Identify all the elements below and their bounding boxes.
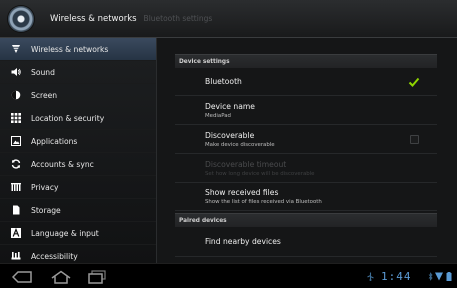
bluetooth-settings-panel: Device settings Bluetooth Device name Me…	[157, 38, 457, 263]
sidebar-item-screen[interactable]: Screen	[0, 84, 156, 107]
pref-summary: Show the list of files received via Blue…	[205, 199, 322, 205]
sidebar-item-wireless-networks[interactable]: Wireless & networks	[0, 38, 156, 61]
sidebar-item-language-input[interactable]: Language & input	[0, 222, 156, 245]
pref-title: Discoverable timeout	[205, 159, 287, 169]
sidebar-item-privacy[interactable]: Privacy	[0, 176, 156, 199]
home-icon[interactable]	[50, 270, 72, 284]
sidebar-item-label: Location & security	[31, 113, 105, 123]
pref-title: Bluetooth	[205, 77, 242, 86]
pref-summary: MediaPad	[205, 112, 231, 119]
sidebar-item-accessibility[interactable]: Accessibility	[0, 245, 156, 263]
speaker-icon	[11, 67, 21, 77]
back-icon[interactable]	[12, 270, 32, 284]
discoverable-checkbox[interactable]	[410, 134, 419, 144]
usb-icon[interactable]	[366, 272, 375, 281]
sidebar-item-label: Applications	[31, 136, 78, 146]
language-icon	[11, 228, 21, 238]
system-bar: 1:44	[0, 263, 457, 288]
battery-icon	[446, 272, 452, 281]
pref-summary: Make device discoverable	[205, 141, 275, 148]
find-nearby-devices-row[interactable]: Find nearby devices	[175, 227, 437, 257]
storage-icon	[11, 205, 21, 215]
sidebar-item-label: Sound	[31, 67, 55, 77]
show-received-files-row[interactable]: Show received files Show the list of fil…	[175, 183, 437, 211]
action-bar-title: Wireless & networks	[50, 13, 137, 24]
sidebar-item-accounts-sync[interactable]: Accounts & sync	[0, 153, 156, 176]
bluetooth-status-icon	[428, 272, 433, 281]
pref-title: Discoverable	[205, 130, 255, 140]
sidebar-item-location-security[interactable]: Location & security	[0, 107, 156, 130]
discoverable-timeout-row: Discoverable timeout Set how long device…	[175, 154, 437, 183]
pref-title: Device name	[205, 101, 255, 111]
applications-icon	[11, 136, 21, 146]
grid-lock-icon	[11, 113, 21, 123]
system-clock[interactable]: 1:44	[381, 270, 412, 283]
wifi-icon	[11, 44, 21, 54]
pref-title: Show received files	[205, 188, 279, 197]
privacy-icon	[11, 182, 21, 192]
sidebar-item-sound[interactable]: Sound	[0, 61, 156, 84]
accessibility-icon	[11, 251, 21, 261]
settings-sidebar: Wireless & networks Sound Screen Locatio…	[0, 38, 157, 263]
settings-app-icon[interactable]	[8, 5, 34, 32]
sidebar-item-label: Screen	[31, 90, 58, 100]
bluetooth-toggle-row[interactable]: Bluetooth	[175, 68, 437, 96]
sidebar-item-label: Accessibility	[31, 251, 78, 261]
sidebar-item-label: Accounts & sync	[31, 159, 94, 169]
sidebar-item-label: Language & input	[31, 228, 99, 238]
discoverable-row[interactable]: Discoverable Make device discoverable	[175, 125, 437, 154]
device-name-row[interactable]: Device name MediaPad	[175, 96, 437, 125]
action-bar-subtitle: Bluetooth settings	[143, 14, 213, 23]
wifi-status-icon	[435, 272, 443, 281]
brightness-icon	[11, 90, 21, 100]
section-header-device-settings: Device settings	[175, 54, 437, 68]
recent-apps-icon[interactable]	[87, 270, 107, 284]
action-bar: Wireless & networks Bluetooth settings	[0, 0, 457, 38]
bluetooth-checkbox-checked-icon[interactable]	[408, 76, 420, 88]
sidebar-item-label: Storage	[31, 205, 61, 215]
sidebar-item-label: Wireless & networks	[31, 44, 109, 54]
section-header-paired-devices: Paired devices	[175, 213, 437, 227]
sidebar-item-storage[interactable]: Storage	[0, 199, 156, 222]
pref-title: Find nearby devices	[205, 237, 281, 246]
sync-icon	[11, 159, 21, 169]
pref-summary: Set how long device will be discoverable	[205, 170, 315, 177]
sidebar-item-label: Privacy	[31, 182, 59, 192]
sidebar-item-applications[interactable]: Applications	[0, 130, 156, 153]
